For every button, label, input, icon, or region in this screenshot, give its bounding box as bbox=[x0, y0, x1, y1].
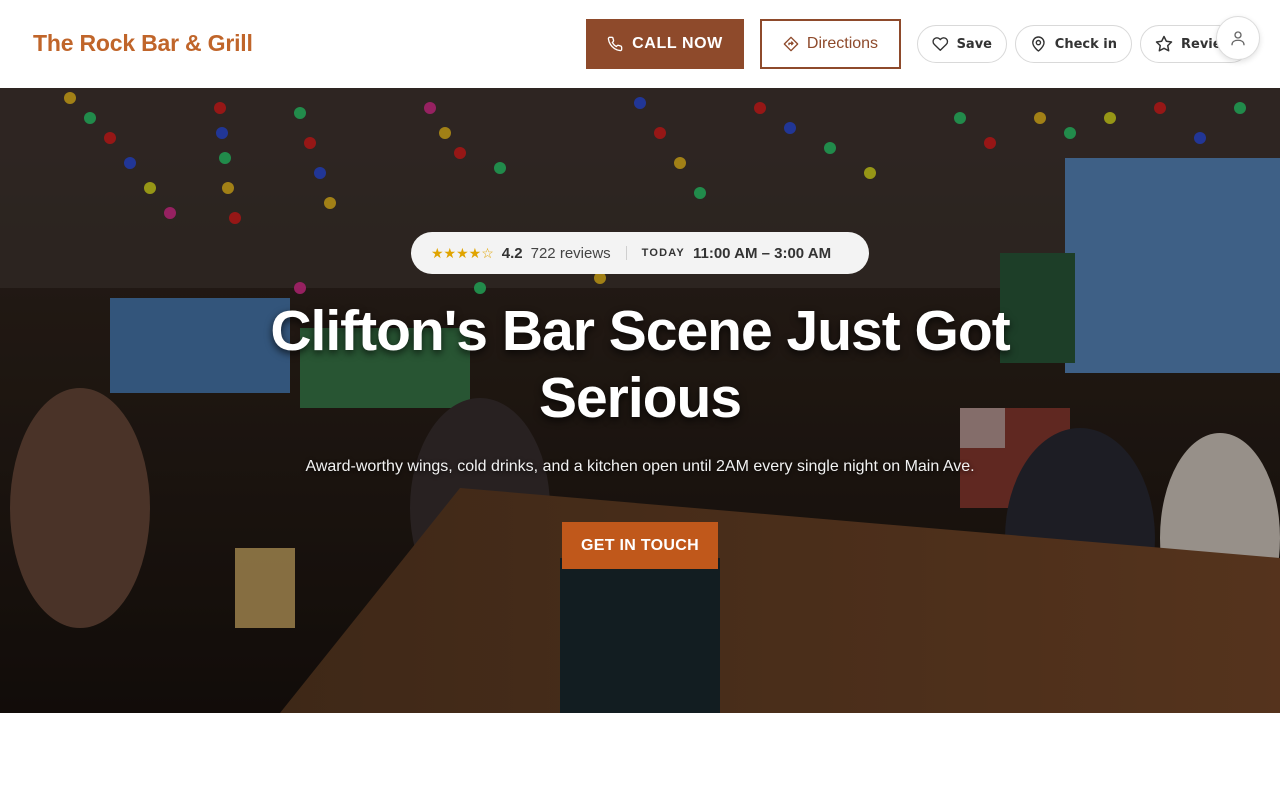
star-rating-icon: ★★★★☆ bbox=[431, 244, 494, 261]
account-button[interactable] bbox=[1216, 16, 1260, 60]
opening-hours: 11:00 AM – 3:00 AM bbox=[692, 244, 832, 262]
map-pin-icon bbox=[1032, 36, 1045, 52]
brand-logo[interactable]: The Rock Bar & Grill bbox=[33, 30, 253, 57]
check-in-button[interactable]: Check in bbox=[1015, 25, 1132, 63]
save-button[interactable]: Save bbox=[917, 25, 1007, 63]
call-now-label: CALL NOW bbox=[632, 35, 723, 52]
directions-button[interactable]: Directions bbox=[760, 19, 901, 69]
save-label: Save bbox=[956, 36, 992, 52]
get-in-touch-button[interactable]: GET IN TOUCH bbox=[562, 522, 718, 569]
hero-title: Clifton's Bar Scene Just Got Serious bbox=[270, 299, 1010, 430]
divider bbox=[625, 246, 627, 260]
review-count[interactable]: 722 reviews bbox=[531, 245, 611, 262]
check-in-label: Check in bbox=[1054, 36, 1117, 52]
directions-label: Directions bbox=[806, 35, 879, 52]
star-icon bbox=[1155, 35, 1173, 52]
hero-section: ★★★★☆ 4.2 722 reviews TODAY 11:00 AM – 3… bbox=[0, 88, 1280, 713]
rating-value: 4.2 bbox=[501, 244, 523, 262]
directions-icon bbox=[783, 36, 799, 52]
today-label: TODAY bbox=[641, 247, 685, 259]
hero-subtitle: Award-worthy wings, cold drinks, and a k… bbox=[305, 458, 975, 475]
user-icon bbox=[1231, 31, 1245, 46]
phone-icon bbox=[607, 36, 623, 52]
rating-hours-pill: ★★★★☆ 4.2 722 reviews TODAY 11:00 AM – 3… bbox=[411, 232, 869, 274]
site-header: The Rock Bar & Grill CALL NOW Directions… bbox=[0, 0, 1280, 88]
call-now-button[interactable]: CALL NOW bbox=[586, 19, 744, 69]
heart-icon bbox=[932, 37, 949, 51]
